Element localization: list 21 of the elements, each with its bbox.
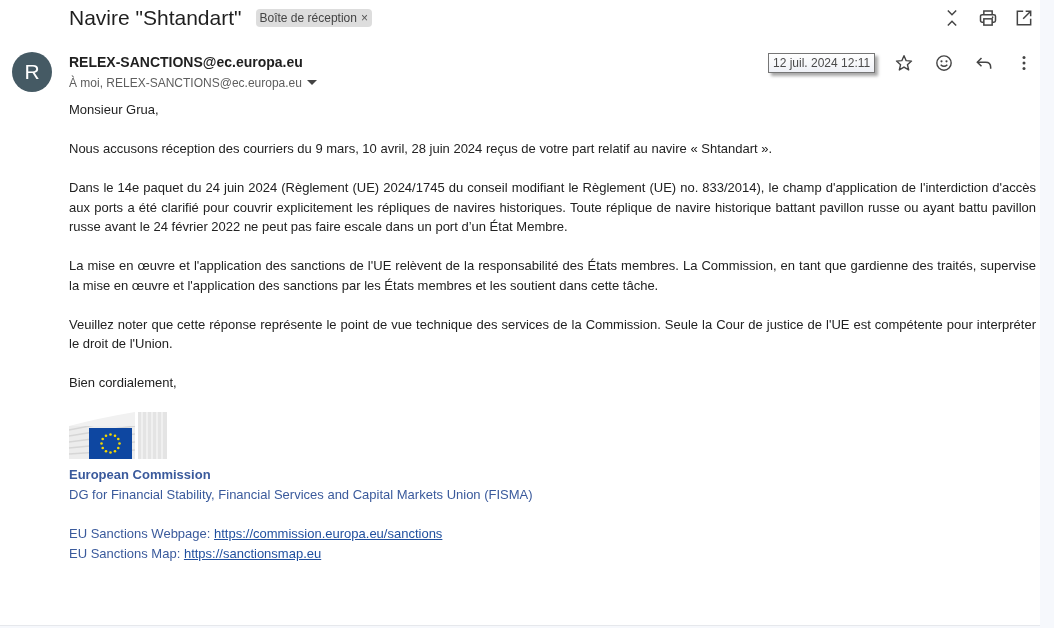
link-caption: EU Sanctions Map:: [69, 546, 181, 561]
body-paragraph: La mise en œuvre et l'application des sanctions de l'UE relèvent de la responsabilité des États membres. La Commission, en tant que gardienne des traités, supervise la mise en œuvre et l'application des sanctions par les États membres et les soutient dans cette tâche.: [69, 257, 1036, 295]
body-paragraph: Dans le 14e paquet du 24 juin 2024 (Règlement (UE) 2024/1745 du conseil modifiant le Règlement (UE) no. 833/2014), le champ d'application de l'interdiction d'accès aux ports a été clarifié pour couvrir explicitement les répliques de navires historiques. Toute réplique de navire historique battant pavillon russe ou ayant battu pavillon russe avant le 24 février 2022 ne peut pas faire escale dans un port d’un État Membre.: [69, 179, 1036, 236]
body-paragraph: Bien cordialement,: [69, 374, 178, 392]
web-link[interactable]: https://sanctionsmap.eu: [183, 546, 322, 561]
link-caption: EU Sanctions Webpage:: [69, 526, 211, 541]
signature-department: DG for Financial Stability, Financial Services and Capital Markets Union (FISMA): [69, 486, 534, 504]
body-paragraph: Monsieur Grua,: [69, 101, 160, 119]
email-subject: Navire "Shtandart": [69, 5, 242, 31]
recipients-line: À moi, RELEX-SANCTIONS@ec.europa.eu: [69, 74, 302, 92]
caret-icon[interactable]: [306, 80, 317, 86]
body-paragraph: Nous accusons réception des courriers du 9 mars, 10 avril, 28 juin 2024 reçus de votre part relatif au navire « Shtandart ».: [69, 140, 774, 158]
web-link[interactable]: https://commission.europa.eu/sanctions: [214, 526, 443, 541]
sender-address: RELEX-SANCTIONS@ec.europa.eu: [69, 53, 304, 72]
sender-avatar: R: [12, 52, 52, 92]
signature-organization: European Commission: [69, 466, 212, 484]
flag-building-logo-icon: [69, 412, 167, 459]
label-name: Boîte de réception: [259, 10, 357, 27]
body-paragraph: Veuillez noter que cette réponse représente le point de vue technique des services de la Commission. Seule la Cour de justice de l'UE est compétente pour interpréter le droit de l'Union.: [69, 315, 1036, 353]
label-remove-button[interactable]: ×: [356, 9, 368, 27]
date-tooltip: 12 juil. 2024 12:11: [768, 53, 876, 73]
